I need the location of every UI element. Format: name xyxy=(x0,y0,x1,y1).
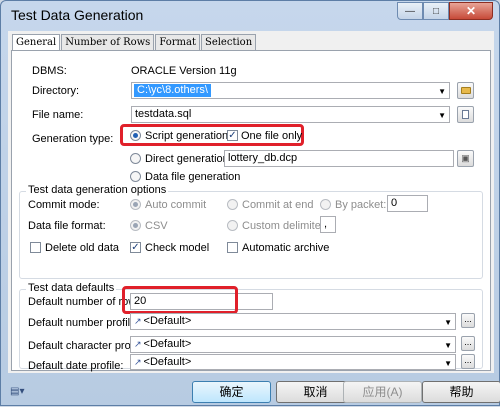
delete-old-data-checkbox[interactable] xyxy=(30,242,41,253)
directory-value: C:\yc\8.others\ xyxy=(134,84,211,97)
folder-icon xyxy=(460,87,471,94)
automatic-archive-label: Automatic archive xyxy=(242,242,330,254)
chevron-down-icon[interactable]: ▼ xyxy=(438,84,446,99)
date-profile-browse-button[interactable]: ... xyxy=(461,354,475,369)
minimize-icon: — xyxy=(405,5,415,17)
character-profile-browse-button[interactable]: ... xyxy=(461,336,475,351)
browse-directory-button[interactable] xyxy=(457,82,474,99)
maximize-icon: □ xyxy=(432,5,440,17)
tab-strip: General Number of Rows Format Selection xyxy=(12,34,257,51)
database-icon: ▣ xyxy=(461,153,470,163)
close-button[interactable]: ✕ xyxy=(449,2,493,20)
script-generation-radio[interactable] xyxy=(130,130,141,141)
custom-delimiter-label: Custom delimiter: xyxy=(242,220,328,232)
direct-generation-value: lottery_db.dcp xyxy=(228,152,298,164)
filename-combo[interactable]: testdata.sql ▼ xyxy=(131,106,450,123)
date-profile-combo[interactable]: ↗ <Default> ▼ xyxy=(130,354,456,370)
caption-buttons: — □ ✕ xyxy=(397,2,493,20)
filename-label: File name: xyxy=(32,109,84,121)
tab-format[interactable]: Format xyxy=(155,34,200,50)
auto-commit-label: Auto commit xyxy=(145,199,207,211)
profile-icon: ↗ xyxy=(134,316,142,326)
select-datasource-button[interactable]: ▣ xyxy=(457,150,474,167)
commit-at-end-label: Commit at end xyxy=(242,199,314,211)
profile-icon: ↗ xyxy=(134,339,142,349)
browse-file-button[interactable] xyxy=(457,106,474,123)
dbms-label: DBMS: xyxy=(32,65,67,77)
by-packet-label: By packet: xyxy=(335,199,387,211)
check-model-label: Check model xyxy=(145,242,210,254)
tab-selection[interactable]: Selection xyxy=(200,34,257,50)
by-packet-radio[interactable] xyxy=(320,199,331,210)
commit-mode-label: Commit mode: xyxy=(28,199,100,211)
number-profile-browse-button[interactable]: ... xyxy=(461,313,475,328)
test-data-defaults-title: Test data defaults xyxy=(26,282,117,294)
date-profile-label: Default date profile: xyxy=(28,360,124,372)
close-icon: ✕ xyxy=(465,4,477,18)
delimiter-value: , xyxy=(324,218,328,230)
chevron-down-icon[interactable]: ▼ xyxy=(438,108,446,123)
commit-at-end-radio[interactable] xyxy=(227,199,238,210)
document-icon xyxy=(462,110,469,119)
auto-commit-radio[interactable] xyxy=(130,199,141,210)
direct-generation-radio[interactable] xyxy=(130,153,141,164)
title-bar[interactable]: Test Data Generation — □ ✕ xyxy=(1,1,499,31)
packet-size-field[interactable]: 0 xyxy=(387,195,428,212)
dialog-window: Test Data Generation — □ ✕ General Numbe… xyxy=(0,0,500,406)
one-file-only-checkbox[interactable]: ✓ xyxy=(227,130,238,141)
profile-icon: ↗ xyxy=(134,357,142,367)
script-generation-label: Script generation xyxy=(145,130,229,142)
number-profile-combo[interactable]: ↗ <Default> ▼ xyxy=(130,313,456,330)
delimiter-field[interactable]: , xyxy=(320,216,336,233)
data-file-format-label: Data file format: xyxy=(28,220,106,232)
directory-combo[interactable]: C:\yc\8.others\ ▼ xyxy=(131,82,450,99)
minimize-button[interactable]: — xyxy=(397,2,423,20)
button-bar: ▤▾ 确定 取消 应用(A) 帮助 xyxy=(1,373,500,407)
chevron-down-icon[interactable]: ▼ xyxy=(444,338,452,353)
dbms-value: ORACLE Version 11g xyxy=(131,65,237,77)
date-profile-value: <Default> xyxy=(143,356,192,368)
tab-general[interactable]: General xyxy=(12,34,61,51)
highlight-box xyxy=(122,286,238,314)
ok-button[interactable]: 确定 xyxy=(192,381,271,403)
filename-value: testdata.sql xyxy=(135,108,192,120)
maximize-button[interactable]: □ xyxy=(423,2,449,20)
client-area: General Number of Rows Format Selection … xyxy=(8,31,494,373)
general-panel: DBMS: ORACLE Version 11g Directory: C:\y… xyxy=(11,50,491,372)
chevron-down-icon[interactable]: ▼ xyxy=(444,356,452,371)
csv-radio[interactable] xyxy=(130,220,141,231)
apply-button[interactable]: 应用(A) xyxy=(343,381,422,403)
tab-number-of-rows[interactable]: Number of Rows xyxy=(61,34,155,50)
data-file-generation-radio[interactable] xyxy=(130,171,141,182)
character-profile-value: <Default> xyxy=(143,338,192,350)
delete-old-data-label: Delete old data xyxy=(45,242,119,254)
one-file-only-label: One file only xyxy=(241,130,303,142)
directory-label: Directory: xyxy=(32,85,80,97)
generation-options-title: Test data generation options xyxy=(26,184,169,196)
chevron-down-icon[interactable]: ▼ xyxy=(444,315,452,330)
automatic-archive-checkbox[interactable] xyxy=(227,242,238,253)
csv-label: CSV xyxy=(145,220,168,232)
menu-dropdown-icon[interactable]: ▤▾ xyxy=(10,386,24,397)
packet-size-value: 0 xyxy=(391,197,398,209)
character-profile-combo[interactable]: ↗ <Default> ▼ xyxy=(130,336,456,353)
data-file-generation-label: Data file generation xyxy=(145,171,241,183)
window-title: Test Data Generation xyxy=(11,7,144,23)
number-profile-value: <Default> xyxy=(143,315,192,327)
generation-type-label: Generation type: xyxy=(32,133,114,145)
direct-generation-label: Direct generation: xyxy=(145,153,232,165)
direct-generation-field[interactable]: lottery_db.dcp xyxy=(224,150,454,167)
help-button[interactable]: 帮助 xyxy=(422,381,500,403)
custom-delimiter-radio[interactable] xyxy=(227,220,238,231)
check-model-checkbox[interactable]: ✓ xyxy=(130,242,141,253)
number-profile-label: Default number profile: xyxy=(28,317,140,329)
